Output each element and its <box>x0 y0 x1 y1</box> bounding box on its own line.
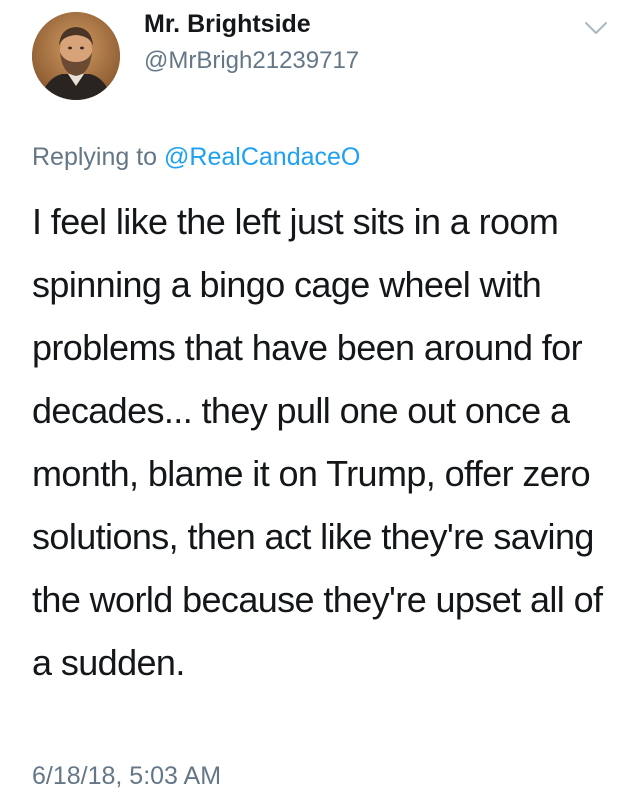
user-handle[interactable]: @MrBrigh21239717 <box>144 47 359 75</box>
tweet-menu-button[interactable] <box>580 16 612 40</box>
tweet-timestamp[interactable]: 6/18/18, 5:03 AM <box>32 762 221 791</box>
replying-to-label: Replying to <box>32 143 165 171</box>
tweet-card: Mr. Brightside @MrBrigh21239717 Replying… <box>0 0 640 804</box>
user-avatar[interactable] <box>32 12 120 100</box>
portrait-avatar-icon <box>32 12 120 100</box>
tweet-text: I feel like the left just sits in a room… <box>32 201 603 683</box>
user-display-name[interactable]: Mr. Brightside <box>144 10 311 39</box>
replying-to-line: Replying to @RealCandaceO <box>32 143 360 172</box>
reply-mention-link[interactable]: @RealCandaceO <box>164 143 360 171</box>
chevron-down-icon <box>585 22 607 34</box>
